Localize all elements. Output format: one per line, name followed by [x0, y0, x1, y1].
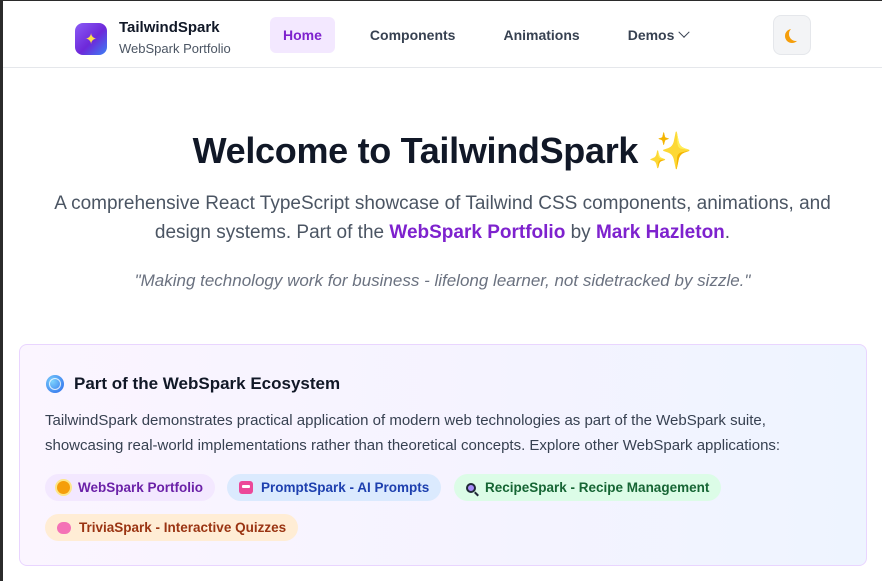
hero-description: A comprehensive React TypeScript showcas… — [40, 189, 845, 247]
brand-subtitle: WebSpark Portfolio — [119, 41, 231, 56]
hero-description-post: . — [724, 222, 731, 243]
moon-icon — [789, 27, 803, 41]
tag-webspark-portfolio[interactable]: WebSpark Portfolio — [45, 474, 216, 501]
ecosystem-title: Part of the WebSpark Ecosystem — [46, 374, 340, 394]
tag-label: TriviaSpark - Interactive Quizzes — [79, 520, 287, 535]
tag-label: PromptSpark - AI Prompts — [261, 480, 430, 495]
tag-triviaspark[interactable]: TriviaSpark - Interactive Quizzes — [45, 514, 299, 541]
sparkles-emoji-icon: ✨ — [647, 130, 693, 171]
hero-description-mid: by — [570, 222, 591, 243]
magnifier-icon — [466, 482, 476, 493]
nav-home[interactable]: Home — [270, 17, 335, 53]
tag-label: WebSpark Portfolio — [78, 480, 204, 495]
globe-icon — [46, 375, 64, 393]
sun-icon — [57, 481, 70, 494]
nav-components[interactable]: Components — [357, 17, 469, 53]
webspark-portfolio-link[interactable]: WebSpark Portfolio — [389, 222, 565, 243]
main-nav: Home Components Animations Demos — [270, 17, 723, 53]
tag-recipespark[interactable]: RecipeSpark - Recipe Management — [454, 474, 722, 501]
top-header: ✦ TailwindSpark WebSpark Portfolio Home … — [3, 0, 882, 68]
sparkles-icon: ✦ — [75, 22, 107, 55]
window-frame-top — [0, 0, 882, 1]
tag-promptspark[interactable]: PromptSpark - AI Prompts — [227, 474, 442, 501]
ecosystem-description: TailwindSpark demonstrates practical app… — [45, 412, 781, 454]
ecosystem-card: Part of the WebSpark Ecosystem TailwindS… — [19, 344, 867, 566]
hero-title: Welcome to TailwindSpark ✨ — [3, 130, 882, 172]
tag-label: RecipeSpark - Recipe Management — [485, 480, 710, 495]
brand-title: TailwindSpark — [119, 19, 220, 36]
mark-hazleton-link[interactable]: Mark Hazleton — [596, 222, 725, 243]
chevron-down-icon — [678, 26, 691, 38]
nav-animations[interactable]: Animations — [490, 17, 592, 53]
hero-quote: "Making technology work for business - l… — [134, 271, 751, 290]
robot-icon — [239, 481, 253, 494]
brain-icon — [57, 521, 71, 534]
brand-text: TailwindSpark WebSpark Portfolio — [119, 19, 231, 58]
nav-demos-label: Demos — [627, 27, 675, 43]
window-frame-left — [0, 0, 3, 581]
ecosystem-title-text: Part of the WebSpark Ecosystem — [74, 374, 341, 393]
brand[interactable]: ✦ TailwindSpark WebSpark Portfolio — [75, 19, 231, 58]
hero-title-text: Welcome to TailwindSpark — [192, 130, 639, 171]
theme-toggle-button[interactable] — [773, 15, 811, 55]
nav-demos[interactable]: Demos — [615, 17, 702, 53]
